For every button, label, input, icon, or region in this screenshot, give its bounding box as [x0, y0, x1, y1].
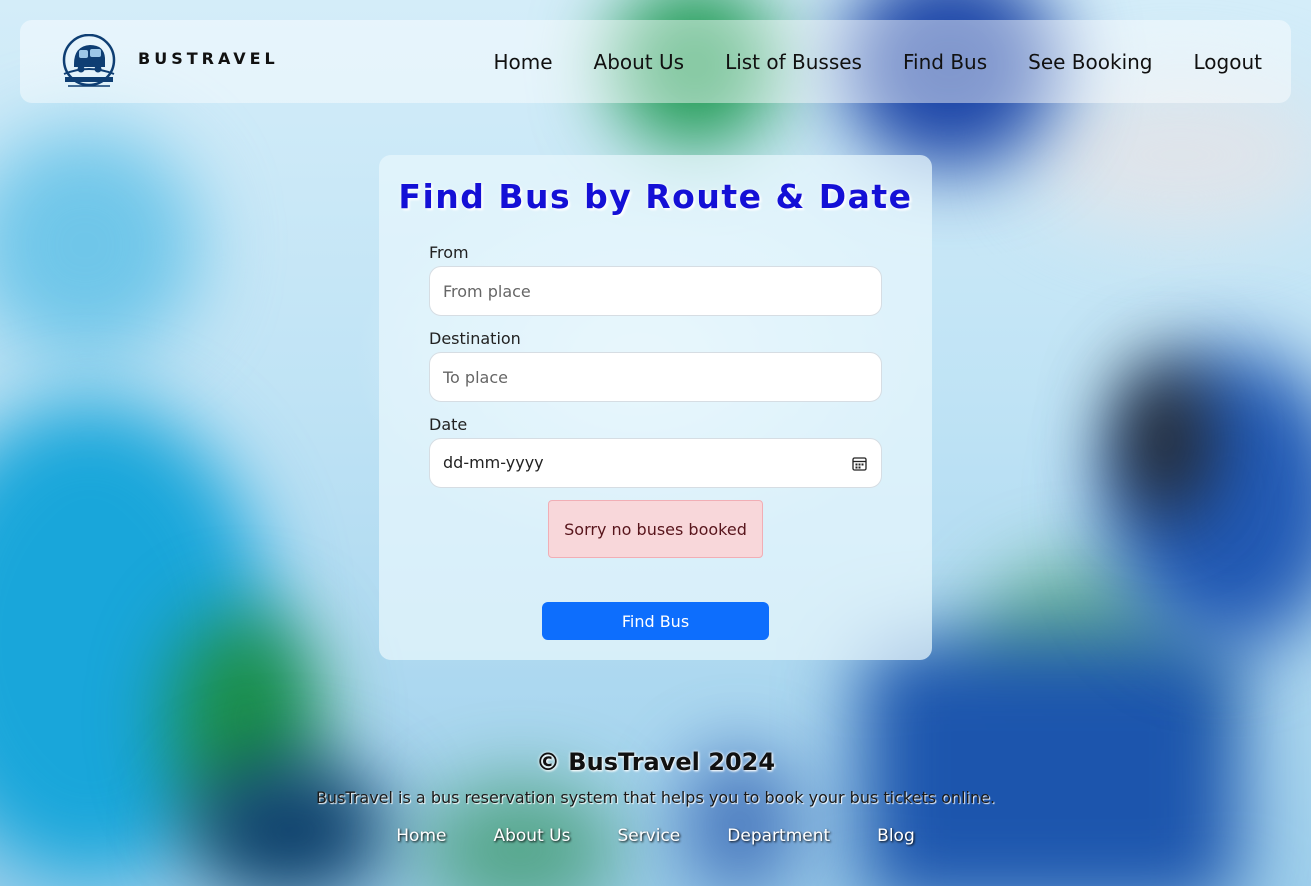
nav-link-logout[interactable]: Logout — [1194, 50, 1262, 74]
date-label: Date — [429, 415, 468, 434]
footer-description: BusTravel is a bus reservation system th… — [315, 788, 996, 807]
nav-link-about-us[interactable]: About Us — [594, 50, 685, 74]
nav-link-find-bus[interactable]: Find Bus — [903, 50, 987, 74]
find-bus-form-card: Find Bus by Route & Date From Destinatio… — [379, 155, 932, 660]
footer-link-blog[interactable]: Blog — [877, 826, 915, 846]
footer-link-service[interactable]: Service — [617, 826, 680, 846]
footer-link-department[interactable]: Department — [727, 826, 830, 846]
date-input[interactable]: dd-mm-yyyy — [429, 438, 882, 488]
destination-input[interactable] — [429, 352, 882, 402]
brand-name[interactable]: BUSTRAVEL — [138, 49, 279, 68]
nav-links: Home About Us List of Busses Find Bus Se… — [452, 20, 1262, 103]
footer-link-home[interactable]: Home — [396, 826, 446, 846]
find-bus-button[interactable]: Find Bus — [542, 602, 769, 640]
footer-link-about-us[interactable]: About Us — [493, 826, 570, 846]
nav-link-home[interactable]: Home — [493, 50, 552, 74]
nav-link-list-of-busses[interactable]: List of Busses — [725, 50, 862, 74]
navbar: BUSTRAVEL Home About Us List of Busses F… — [20, 20, 1291, 103]
destination-label: Destination — [429, 329, 521, 348]
from-input[interactable] — [429, 266, 882, 316]
no-buses-alert: Sorry no buses booked — [548, 500, 763, 558]
footer-copyright: © BusTravel 2024 — [535, 748, 776, 776]
footer-links: Home About Us Service Department Blog — [0, 826, 1311, 846]
date-input-value: dd-mm-yyyy — [443, 453, 544, 472]
calendar-icon[interactable] — [852, 456, 867, 471]
form-title: Find Bus by Route & Date — [398, 177, 913, 216]
from-label: From — [429, 243, 469, 262]
nav-link-see-booking[interactable]: See Booking — [1028, 50, 1152, 74]
bus-logo-icon[interactable] — [60, 33, 118, 90]
